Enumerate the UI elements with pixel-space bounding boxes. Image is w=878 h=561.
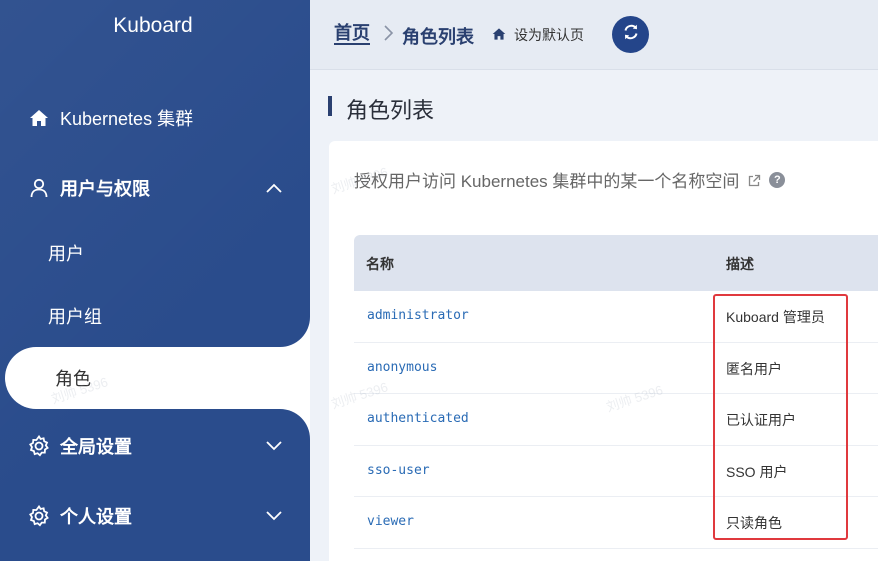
table-header: 名称 描述 [354, 235, 878, 291]
role-description: 匿名用户 [726, 360, 782, 377]
chevron-down-icon[interactable] [264, 506, 284, 526]
role-name-link[interactable]: anonymous [367, 360, 437, 375]
sidebar-item-label: 角色 [55, 369, 91, 389]
sidebar-item-kubernetes-cluster[interactable]: Kubernetes 集群 [0, 88, 310, 148]
sidebar-item-label: 用户组 [48, 307, 102, 327]
table-row[interactable]: anonymous 匿名用户 [354, 342, 878, 394]
sidebar-item-label: 用户 [48, 244, 84, 264]
role-name-link[interactable]: sso-user [367, 463, 430, 478]
sidebar-item-users-permissions[interactable]: 用户与权限 [0, 158, 310, 218]
page-title: 角色列表 [346, 98, 435, 123]
role-description: 已认证用户 [726, 412, 796, 428]
description-text: 授权用户访问 Kubernetes 集群中的某一个名称空间 [354, 172, 740, 191]
role-name-link[interactable]: administrator [367, 308, 469, 323]
table-row[interactable]: administrator Kuboard 管理员 [354, 291, 878, 343]
table-row[interactable]: sso-user SSO 用户 [354, 445, 878, 497]
role-name-link[interactable]: authenticated [367, 411, 469, 426]
sidebar-item-roles[interactable]: 角色 [5, 347, 310, 409]
set-default-page-button[interactable]: 设为默认页 [492, 25, 584, 45]
table-row[interactable]: viewer 只读角色 [354, 497, 878, 549]
sidebar-item-label: 个人设置 [60, 507, 132, 527]
role-name-link[interactable]: viewer [367, 514, 414, 529]
role-description: SSO 用户 [726, 463, 788, 480]
sidebar-item-personal-settings[interactable]: 个人设置 [0, 486, 310, 546]
table-row[interactable]: authenticated 已认证用户 [354, 394, 878, 446]
page-description: 授权用户访问 Kubernetes 集群中的某一个名称空间 ? [354, 167, 786, 192]
breadcrumb-home[interactable]: 首页 [334, 23, 370, 45]
refresh-button[interactable] [612, 16, 649, 53]
roles-table: 名称 描述 administrator Kuboard 管理员 anonymou… [354, 235, 878, 549]
role-description: Kuboard 管理员 [726, 309, 825, 325]
home-icon [28, 107, 50, 129]
sidebar-item-global-settings[interactable]: 全局设置 [0, 416, 310, 476]
sidebar-background [0, 0, 310, 561]
user-icon [28, 177, 50, 199]
sidebar: Kuboard Kubernetes 集群 用户与权限 用户 用户组 角色 全局… [0, 0, 310, 561]
set-default-label: 设为默认页 [514, 27, 584, 43]
page-title-accent [328, 96, 332, 116]
sidebar-item-label: 全局设置 [60, 437, 132, 457]
breadcrumb-current: 角色列表 [402, 27, 474, 47]
brand-logo-text: Kuboard [113, 14, 193, 37]
header: 首页 角色列表 设为默认页 [310, 0, 878, 70]
role-description: 只读角色 [726, 515, 782, 531]
gear-icon [28, 505, 50, 527]
external-link-icon[interactable] [747, 173, 761, 187]
chevron-right-icon [380, 24, 396, 42]
column-header-name[interactable]: 名称 [366, 254, 394, 274]
sidebar-item-users[interactable]: 用户 [0, 228, 310, 278]
sidebar-item-label: Kubernetes 集群 [60, 109, 194, 129]
refresh-icon [622, 23, 640, 46]
column-header-description[interactable]: 描述 [726, 254, 754, 274]
chevron-down-icon[interactable] [264, 436, 284, 456]
sidebar-item-label: 用户与权限 [60, 179, 150, 199]
help-icon[interactable]: ? [769, 171, 786, 188]
home-icon [492, 27, 506, 44]
gear-icon [28, 435, 50, 457]
chevron-up-icon[interactable] [264, 178, 284, 198]
